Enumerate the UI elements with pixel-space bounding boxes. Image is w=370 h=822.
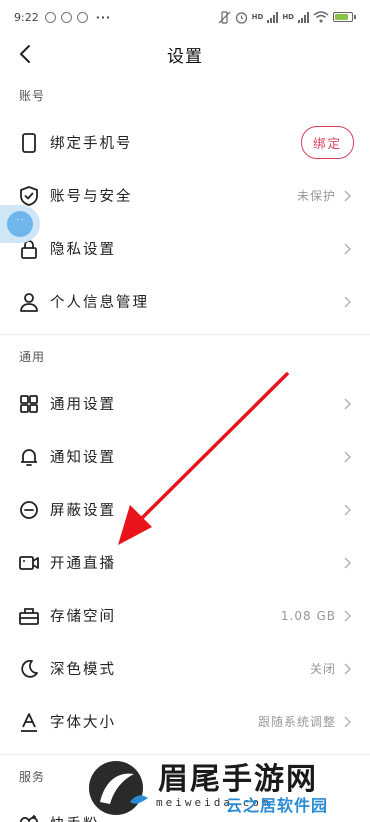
settings-row-privacy[interactable]: 隐私设置 — [0, 222, 370, 275]
wifi-icon — [313, 11, 329, 23]
settings-row-label: 账号与安全 — [50, 189, 133, 205]
chevron-right-icon — [344, 609, 352, 622]
settings-row-status: 未保护 — [296, 189, 336, 203]
settings-row-status: 跟随系统调整 — [257, 715, 336, 729]
watermark-logo-icon — [89, 761, 148, 815]
settings-row-font-size[interactable]: 字体大小 跟随系统调整 — [0, 695, 370, 748]
settings-row-personal-info[interactable]: 个人信息管理 — [0, 275, 370, 328]
status-time: 9:22 — [14, 10, 39, 24]
chevron-right-icon — [344, 662, 352, 675]
top-app-bar: 设置 — [0, 34, 370, 74]
fan-icon — [20, 814, 38, 822]
settings-row-status: 关闭 — [309, 662, 336, 676]
chevron-right-icon — [344, 242, 352, 255]
section-header-general: 通用 — [19, 349, 46, 364]
block-icon — [20, 500, 38, 519]
settings-row-live[interactable]: 开通直播 — [0, 536, 370, 589]
settings-row-label: 通知设置 — [50, 450, 116, 466]
signal-icon — [267, 11, 279, 23]
settings-row-label: 绑定手机号 — [50, 136, 133, 152]
notification-icon — [76, 11, 88, 23]
settings-row-label: 隐私设置 — [50, 242, 116, 258]
chevron-right-icon — [344, 715, 352, 728]
font-size-icon — [21, 712, 37, 732]
moon-icon — [21, 659, 38, 678]
settings-row-label: 通用设置 — [50, 397, 116, 413]
settings-row-label: 深色模式 — [50, 662, 116, 678]
watermark: 眉尾手游网 meiweida.com 云之居软件园 — [86, 752, 370, 822]
back-arrow-icon[interactable] — [14, 42, 38, 66]
settings-row-storage[interactable]: 存储空间 1.08 GB — [0, 589, 370, 642]
bind-phone-button[interactable]: 绑定 — [300, 126, 354, 159]
assistant-face-icon: ˙˙ — [7, 211, 33, 237]
video-camera-icon — [19, 555, 39, 570]
bell-icon — [21, 448, 37, 466]
more-notifications-icon: ··· — [95, 10, 112, 24]
hd-badge: HD — [282, 13, 294, 21]
phone-icon — [22, 132, 36, 153]
vibrate-icon — [218, 10, 231, 24]
settings-row-label: 开通直播 — [50, 556, 116, 572]
notification-icon — [44, 11, 56, 23]
chevron-right-icon — [344, 295, 352, 308]
section-header-account: 账号 — [19, 88, 46, 103]
settings-row-label: 个人信息管理 — [50, 295, 149, 311]
person-icon — [20, 292, 38, 312]
alarm-icon — [235, 11, 247, 24]
settings-row-block[interactable]: 屏蔽设置 — [0, 483, 370, 536]
settings-row-label: 屏蔽设置 — [50, 503, 116, 519]
notification-icon — [60, 11, 72, 23]
chevron-right-icon — [344, 556, 352, 569]
settings-row-notification[interactable]: 通知设置 — [0, 430, 370, 483]
floating-assistant-button[interactable]: ˙˙ — [0, 205, 40, 243]
signal-icon — [298, 11, 309, 23]
settings-row-label: 存储空间 — [50, 609, 116, 625]
watermark-sub: 云之居软件园 — [226, 796, 329, 815]
page-title: 设置 — [167, 46, 203, 67]
grid-icon — [20, 394, 38, 413]
chevron-right-icon — [344, 397, 352, 410]
status-bar: 9:22 ··· HD HD — [0, 0, 370, 34]
settings-row-label: 字体大小 — [50, 715, 116, 731]
chevron-right-icon — [344, 450, 352, 463]
chevron-right-icon — [344, 503, 352, 516]
chevron-right-icon — [344, 189, 352, 202]
settings-row-account-security[interactable]: 账号与安全 未保护 — [0, 169, 370, 222]
hd-badge: HD — [251, 13, 264, 21]
shield-check-icon — [20, 185, 38, 206]
settings-row-bind-phone[interactable]: 绑定手机号 绑定 — [0, 116, 370, 169]
battery-icon — [333, 12, 356, 22]
storage-icon — [19, 607, 39, 625]
settings-row-general[interactable]: 通用设置 — [0, 377, 370, 430]
settings-row-dark-mode[interactable]: 深色模式 关闭 — [0, 642, 370, 695]
settings-row-status: 1.08 GB — [280, 608, 336, 623]
